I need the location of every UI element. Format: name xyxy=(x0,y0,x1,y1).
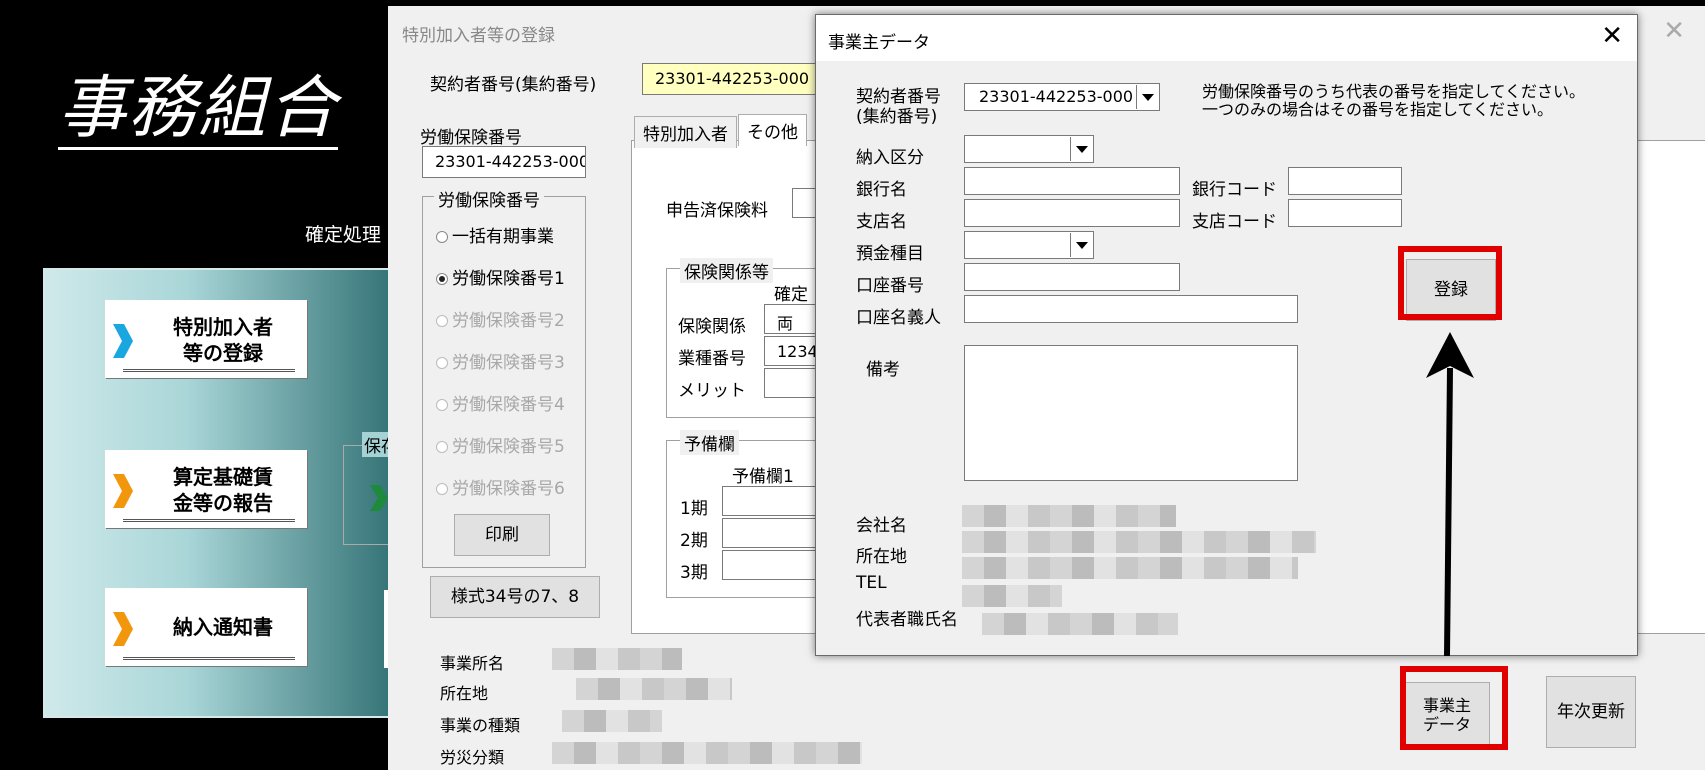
up-arrow-icon xyxy=(1426,332,1474,657)
